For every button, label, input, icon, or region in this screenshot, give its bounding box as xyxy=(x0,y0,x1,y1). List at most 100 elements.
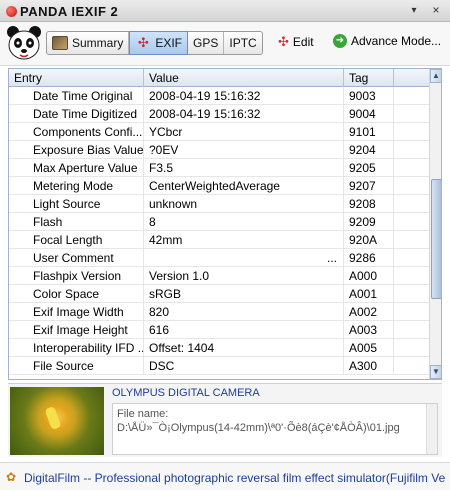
file-name-value: D:\ÅÜ»¯Ò¡Olympus(14-42mm)\ª0'·Õè8(áÇè'¢Å… xyxy=(117,422,400,434)
row-entry: Date Time Original xyxy=(9,87,144,105)
table-row[interactable]: Exposure Bias Value ?0EV 9204 xyxy=(9,141,429,159)
table-row[interactable]: Interoperability IFD ... Offset: 1404 A005 xyxy=(9,339,429,357)
file-name-scrollbar[interactable] xyxy=(426,404,437,454)
row-extra xyxy=(394,159,429,177)
file-name-box: File name: D:\ÅÜ»¯Ò¡Olympus(14-42mm)\ª0'… xyxy=(112,403,438,455)
row-entry: Exposure Bias Value xyxy=(9,141,144,159)
table-row[interactable]: File Source DSC A300 xyxy=(9,357,429,375)
column-header-entry[interactable]: Entry xyxy=(9,69,144,87)
advance-mode-label: Advance Mode... xyxy=(351,34,442,48)
table-row[interactable]: Light Source unknown 9208 xyxy=(9,195,429,213)
table-header: Entry Value Tag xyxy=(9,69,429,87)
row-entry: Exif Image Width xyxy=(9,303,144,321)
row-value: Offset: 1404 xyxy=(144,339,344,357)
column-header-blank xyxy=(394,69,429,87)
row-extra xyxy=(394,249,429,267)
row-tag: A300 xyxy=(344,357,394,375)
scroll-thumb[interactable] xyxy=(431,179,441,299)
panda-logo-icon xyxy=(7,26,41,60)
table-row[interactable]: Exif Image Width 820 A002 xyxy=(9,303,429,321)
flower-stamen xyxy=(44,405,62,431)
row-tag: 9205 xyxy=(344,159,394,177)
table-row[interactable]: Color Space sRGB A001 xyxy=(9,285,429,303)
view-tabs: Summary ✣ EXIF GPS IPTC xyxy=(46,31,263,55)
row-value: 820 xyxy=(144,303,344,321)
vertical-scrollbar[interactable]: ▲ ▼ xyxy=(429,69,441,379)
table-row[interactable]: Flashpix Version Version 1.0 A000 xyxy=(9,267,429,285)
row-extra xyxy=(394,339,429,357)
row-entry: Max Aperture Value xyxy=(9,159,144,177)
column-header-tag[interactable]: Tag xyxy=(344,69,394,87)
row-extra xyxy=(394,123,429,141)
row-tag: 9101 xyxy=(344,123,394,141)
row-entry: Components Confi... xyxy=(9,123,144,141)
row-extra xyxy=(394,105,429,123)
row-entry: Interoperability IFD ... xyxy=(9,339,144,357)
minimize-button[interactable]: ▾ xyxy=(406,3,422,18)
row-extra xyxy=(394,321,429,339)
toolbar: Summary ✣ EXIF GPS IPTC ✣ Edit ➜ Advance… xyxy=(0,22,450,66)
title-bar: PANDA IEXIF 2 ▾ × xyxy=(0,0,450,22)
status-link[interactable]: DigitalFilm -- Professional photographic… xyxy=(24,471,446,485)
table-row[interactable]: Components Confi... YCbcr 9101 xyxy=(9,123,429,141)
row-extra xyxy=(394,177,429,195)
table-row[interactable]: Max Aperture Value F3.5 9205 xyxy=(9,159,429,177)
row-tag: 9003 xyxy=(344,87,394,105)
row-extra xyxy=(394,303,429,321)
table-row[interactable]: Exif Image Height 616 A003 xyxy=(9,321,429,339)
row-tag: A000 xyxy=(344,267,394,285)
table-row[interactable]: Date Time Original 2008-04-19 15:16:32 900… xyxy=(9,87,429,105)
table-row[interactable]: Flash 8 9209 xyxy=(9,213,429,231)
row-extra xyxy=(394,141,429,159)
edit-button[interactable]: ✣ Edit xyxy=(278,34,314,50)
scroll-down-icon[interactable]: ▼ xyxy=(430,365,441,379)
row-value: ... xyxy=(144,249,344,267)
table-row[interactable]: Metering Mode CenterWeightedAverage 9207 xyxy=(9,177,429,195)
advance-mode-button[interactable]: ➜ Advance Mode... xyxy=(333,34,441,48)
file-name-label: File name: xyxy=(117,408,169,420)
row-entry: Focal Length xyxy=(9,231,144,249)
table-body: Date Time Original 2008-04-19 15:16:32 900… xyxy=(9,87,429,375)
row-value: unknown xyxy=(144,195,344,213)
flower-icon: ✿ xyxy=(6,470,17,484)
row-tag: A003 xyxy=(344,321,394,339)
table-row[interactable]: User Comment... 9286 xyxy=(9,249,429,267)
value-ellipsis[interactable]: ... xyxy=(327,249,337,267)
row-tag: 9208 xyxy=(344,195,394,213)
table-row[interactable]: Date Time Digitized 2008-04-19 15:16:32 90… xyxy=(9,105,429,123)
row-value: 616 xyxy=(144,321,344,339)
row-tag: 9004 xyxy=(344,105,394,123)
photo-icon xyxy=(52,36,68,50)
tab-exif-label: EXIF xyxy=(155,36,183,50)
scroll-up-icon[interactable]: ▲ xyxy=(430,69,441,83)
edit-icon: ✣ xyxy=(278,34,289,49)
row-value: Version 1.0 xyxy=(144,267,344,285)
table-row[interactable]: Focal Length 42mm 920A xyxy=(9,231,429,249)
row-tag: A005 xyxy=(344,339,394,357)
row-value: F3.5 xyxy=(144,159,344,177)
row-entry: Flash xyxy=(9,213,144,231)
row-value: ?0EV xyxy=(144,141,344,159)
row-tag: A001 xyxy=(344,285,394,303)
row-extra xyxy=(394,213,429,231)
close-button[interactable]: × xyxy=(428,3,444,18)
row-extra xyxy=(394,195,429,213)
tab-gps-label: GPS xyxy=(193,36,219,50)
preview-panel: OLYMPUS DIGITAL CAMERA File name: D:\ÅÜ»… xyxy=(8,383,442,457)
tab-summary[interactable]: Summary xyxy=(47,32,130,54)
exif-table: Entry Value Tag Date Time Original 2008-0… xyxy=(8,68,442,380)
tab-exif[interactable]: ✣ EXIF xyxy=(129,31,189,55)
row-value: CenterWeightedAverage xyxy=(144,177,344,195)
tab-gps[interactable]: GPS xyxy=(188,32,225,54)
row-value: 42mm xyxy=(144,231,344,249)
arrow-right-icon: ➜ xyxy=(333,34,347,48)
row-tag: 9207 xyxy=(344,177,394,195)
row-extra xyxy=(394,285,429,303)
row-entry: Date Time Digitized xyxy=(9,105,144,123)
row-tag: 9286 xyxy=(344,249,394,267)
edit-button-label: Edit xyxy=(292,35,314,49)
column-header-value[interactable]: Value xyxy=(144,69,344,87)
tab-iptc[interactable]: IPTC xyxy=(224,32,261,54)
row-value: 2008-04-19 15:16:32 xyxy=(144,105,344,123)
row-tag: A002 xyxy=(344,303,394,321)
